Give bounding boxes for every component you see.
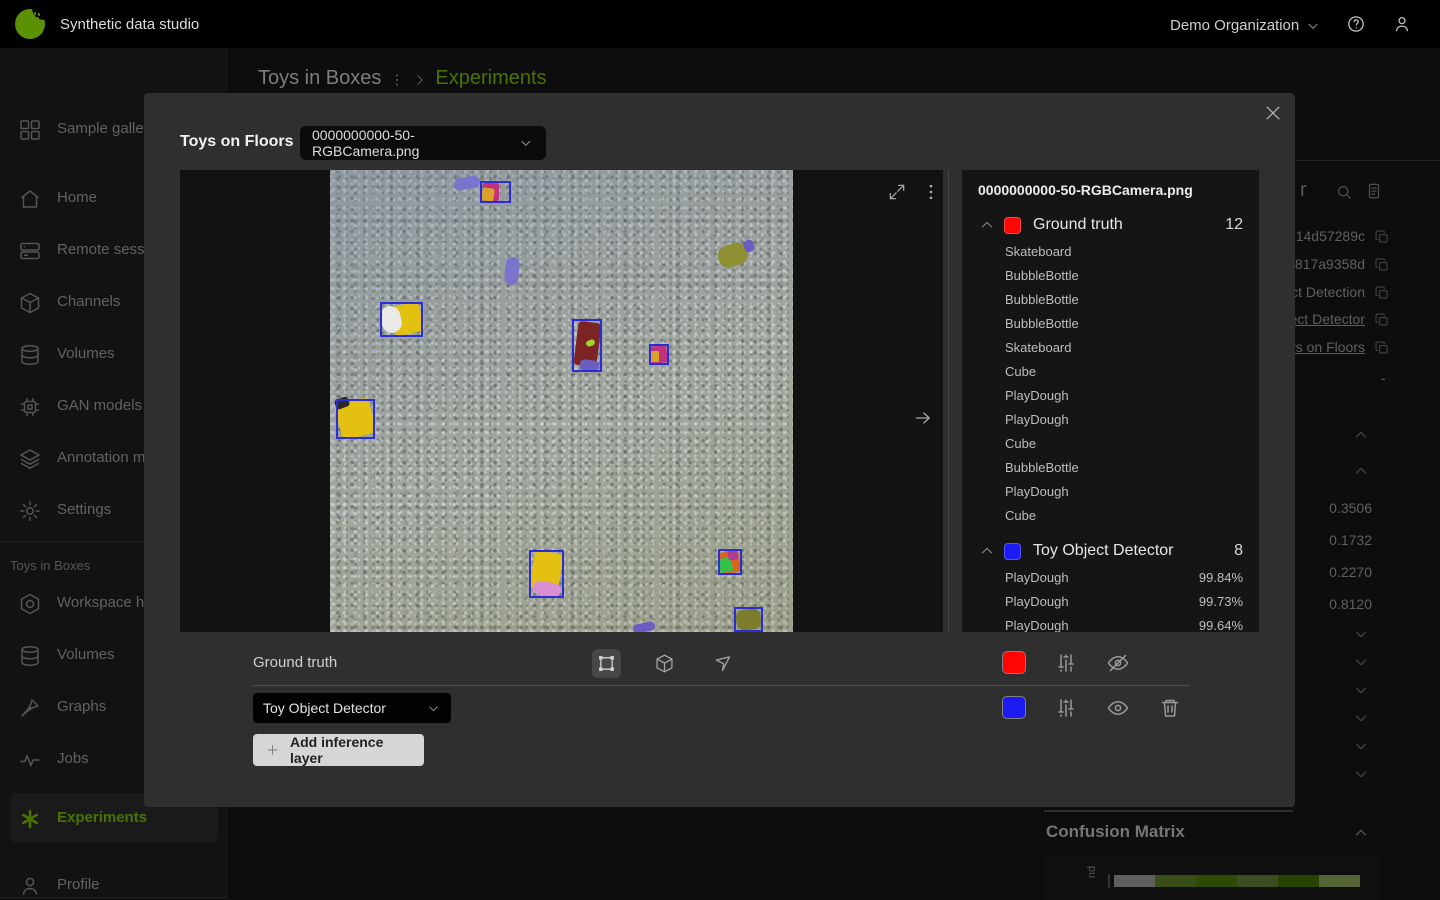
bounding-box [734,607,763,632]
layer-color-swatch [1004,217,1021,234]
bounding-box [649,344,669,365]
delete-layer-icon[interactable] [1158,696,1182,720]
bbox-2d-icon [596,653,617,674]
help-icon[interactable] [1346,14,1366,34]
modal-title: Toys on Floors [180,133,293,151]
layer-group-count: 12 [1225,216,1243,234]
annotation-class-label: PlayDough [1005,570,1069,585]
annotation-class-label: Cube [1005,508,1036,523]
annotation-list-item[interactable]: PlayDough [978,479,1243,503]
image-select-value: 0000000000-50-RGBCamera.png [312,127,518,159]
annotation-class-label: Skateboard [1005,244,1072,259]
annotation-class-label: PlayDough [1005,484,1069,499]
layer-group-header[interactable]: Toy Object Detector 8 [978,537,1243,565]
bounding-box [380,302,423,337]
cube-3d-icon [654,653,675,674]
annotation-class-label: PlayDough [1005,388,1069,403]
bbox-2d-tool-button[interactable] [592,649,621,678]
detector-select[interactable]: Toy Object Detector [253,693,451,723]
annotation-list-item[interactable]: PlayDough 99.64% [978,613,1243,632]
annotation-list-item[interactable]: BubbleBottle [978,455,1243,479]
chevron-down-icon [518,135,534,151]
annotation-class-label: BubbleBottle [1005,316,1079,331]
annotation-list-item[interactable]: BubbleBottle [978,287,1243,311]
plus-icon [265,742,280,758]
layer-group-header[interactable]: Ground truth 12 [978,211,1243,239]
bounding-box [718,549,742,575]
viewer-panel-divider [948,170,949,632]
polygon-tool-button[interactable] [708,649,737,678]
show-layer-icon[interactable] [1106,696,1130,720]
hide-layer-icon[interactable] [1106,651,1130,675]
annotation-class-label: Cube [1005,436,1036,451]
bbox-3d-tool-button[interactable] [650,649,679,678]
layer-group-name: Toy Object Detector [1033,542,1226,560]
bounding-box [480,181,511,203]
annotation-list-item[interactable]: Cube [978,503,1243,527]
app-title: Synthetic data studio [60,16,199,33]
layer-group-count: 8 [1234,542,1243,560]
annotated-image-canvas[interactable] [330,170,793,632]
annotation-list-item[interactable]: PlayDough [978,407,1243,431]
annotation-list-item[interactable]: PlayDough 99.73% [978,589,1243,613]
kebab-menu-icon[interactable] [921,182,941,202]
annotation-class-label: Cube [1005,364,1036,379]
annotation-class-label: BubbleBottle [1005,460,1079,475]
panel-filename: 0000000000-50-RGBCamera.png [978,182,1243,198]
close-icon[interactable] [1263,103,1283,123]
toy-object [632,621,655,632]
layer-color-swatch [1004,543,1021,560]
org-name: Demo Organization [1170,17,1299,34]
annotation-class-label: BubbleBottle [1005,292,1079,307]
annotation-class-label: PlayDough [1005,594,1069,609]
annotation-list-item[interactable]: PlayDough 99.84% [978,565,1243,589]
annotation-confidence: 99.84% [1199,570,1243,585]
layer-group-name: Ground truth [1033,216,1217,234]
toy-object [453,175,481,191]
bounding-box [572,319,602,372]
layer-settings-icon[interactable] [1054,696,1078,720]
next-image-arrow-icon[interactable] [913,408,933,428]
user-avatar-icon[interactable] [1392,14,1412,34]
annotation-class-label: PlayDough [1005,412,1069,427]
annotations-panel: 0000000000-50-RGBCamera.png Ground truth… [962,170,1259,632]
app-logo-icon[interactable] [15,9,45,39]
detector-select-value: Toy Object Detector [263,700,386,716]
annotation-list-item[interactable]: BubbleBottle [978,263,1243,287]
ground-truth-color-swatch[interactable] [1002,651,1026,674]
annotation-list-item[interactable]: Skateboard [978,239,1243,263]
image-viewer [180,170,943,632]
add-inference-layer-button[interactable]: Add inference layer [253,734,424,766]
annotation-class-label: BubbleBottle [1005,268,1079,283]
fullscreen-icon[interactable] [887,182,907,202]
annotation-confidence: 99.64% [1199,618,1243,633]
bounding-box [336,399,375,439]
screen: Toys in Boxes Experiments r 214d57289c98… [0,0,1440,900]
bounding-box [529,550,564,598]
org-selector[interactable]: Demo Organization [1170,16,1321,34]
annotation-list-item[interactable]: Cube [978,431,1243,455]
toy-object [504,256,521,285]
collapse-chevron-icon[interactable] [978,542,996,560]
annotation-list-item[interactable]: Cube [978,359,1243,383]
annotation-class-label: Skateboard [1005,340,1072,355]
collapse-chevron-icon[interactable] [978,216,996,234]
layer-rows-divider [253,685,1190,686]
image-select[interactable]: 0000000000-50-RGBCamera.png [300,126,546,160]
detector-color-swatch[interactable] [1002,696,1026,719]
ground-truth-layer-label: Ground truth [253,654,337,671]
annotation-confidence: 99.73% [1199,594,1243,609]
annotation-list-item[interactable]: Skateboard [978,335,1243,359]
annotation-list-item[interactable]: PlayDough [978,383,1243,407]
annotation-class-label: PlayDough [1005,618,1069,633]
topbar: Synthetic data studio Demo Organization [0,0,1440,48]
layer-settings-icon[interactable] [1054,651,1078,675]
annotation-list-item[interactable]: BubbleBottle [978,311,1243,335]
chevron-down-icon [426,701,441,716]
chevron-down-icon [1305,18,1321,34]
polygon-icon [712,653,733,674]
image-review-modal: Toys on Floors 0000000000-50-RGBCamera.p… [144,93,1295,807]
